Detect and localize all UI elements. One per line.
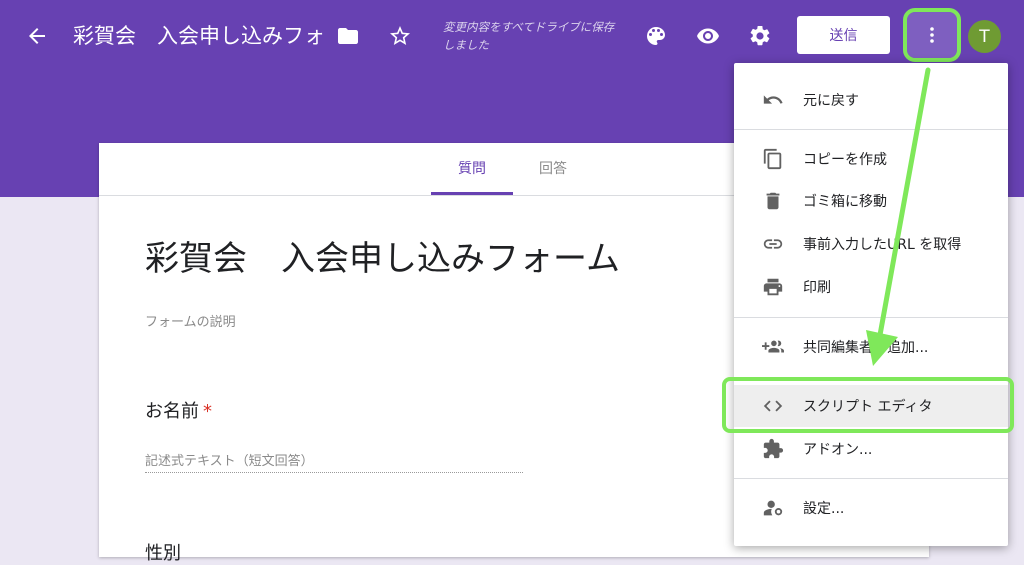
menu-divider xyxy=(734,478,1008,479)
question-label: お名前 xyxy=(145,401,199,422)
menu-item-prefilled-url[interactable]: 事前入力したURL を取得 xyxy=(734,223,1008,265)
menu-item-label: ゴミ箱に移動 xyxy=(803,194,887,210)
send-button[interactable]: 送信 xyxy=(797,16,890,54)
trash-icon xyxy=(760,188,786,214)
tab-questions[interactable]: 質問 xyxy=(431,153,513,195)
form-title[interactable]: 彩賀会 入会申し込みフォーム xyxy=(145,231,620,280)
question-title[interactable]: お名前 * xyxy=(145,397,212,423)
menu-divider xyxy=(734,129,1008,130)
tab-responses[interactable]: 回答 xyxy=(527,153,579,195)
menu-item-addons[interactable]: アドオン... xyxy=(734,428,1008,470)
menu-item-add-collaborators[interactable]: 共同編集者を追加... xyxy=(734,326,1008,368)
account-avatar[interactable]: T xyxy=(968,20,1001,53)
document-title[interactable]: 彩賀会 入会申し込みフォーム xyxy=(73,20,323,52)
menu-item-settings[interactable]: 設定... xyxy=(734,487,1008,529)
question-title-2[interactable]: 性別 xyxy=(145,539,181,565)
add-people-icon xyxy=(760,334,786,360)
back-arrow-icon[interactable] xyxy=(23,22,51,50)
more-options-button[interactable] xyxy=(903,8,961,62)
copy-icon xyxy=(760,146,786,172)
undo-icon xyxy=(760,87,786,113)
menu-item-label: 共同編集者を追加... xyxy=(803,340,929,356)
menu-item-label: 設定... xyxy=(803,501,845,517)
settings-gear-icon[interactable] xyxy=(746,22,774,50)
menu-item-label: 印刷 xyxy=(803,280,831,296)
menu-item-print[interactable]: 印刷 xyxy=(734,266,1008,308)
more-vert-icon xyxy=(930,27,934,43)
palette-icon[interactable] xyxy=(642,22,670,50)
menu-item-undo[interactable]: 元に戻す xyxy=(734,79,1008,121)
puzzle-icon xyxy=(760,436,786,462)
form-description-field[interactable]: フォームの説明 xyxy=(145,311,236,330)
menu-divider xyxy=(734,317,1008,318)
save-status-text: 変更内容をすべてドライブに保存しました xyxy=(443,20,615,52)
menu-item-label: コピーを作成 xyxy=(803,152,887,168)
print-icon xyxy=(760,274,786,300)
star-icon[interactable] xyxy=(386,22,414,50)
menu-item-label: 事前入力したURL を取得 xyxy=(803,237,962,253)
link-icon xyxy=(760,231,786,257)
menu-item-script-editor[interactable]: スクリプト エディタ xyxy=(734,385,1008,427)
person-settings-icon xyxy=(760,495,786,521)
menu-item-label: 元に戻す xyxy=(803,93,859,109)
folder-icon[interactable] xyxy=(334,22,362,50)
more-options-menu: 元に戻す コピーを作成 ゴミ箱に移動 事前入力したURL を取得 印刷 共同編集… xyxy=(734,63,1008,546)
menu-item-trash[interactable]: ゴミ箱に移動 xyxy=(734,180,1008,222)
required-mark: * xyxy=(203,401,212,422)
menu-item-make-copy[interactable]: コピーを作成 xyxy=(734,138,1008,180)
menu-item-label: スクリプト エディタ xyxy=(803,399,933,415)
code-icon xyxy=(760,393,786,419)
preview-eye-icon[interactable] xyxy=(694,22,722,50)
menu-item-label: アドオン... xyxy=(803,442,873,458)
short-answer-placeholder: 記述式テキスト（短文回答） xyxy=(145,450,523,473)
